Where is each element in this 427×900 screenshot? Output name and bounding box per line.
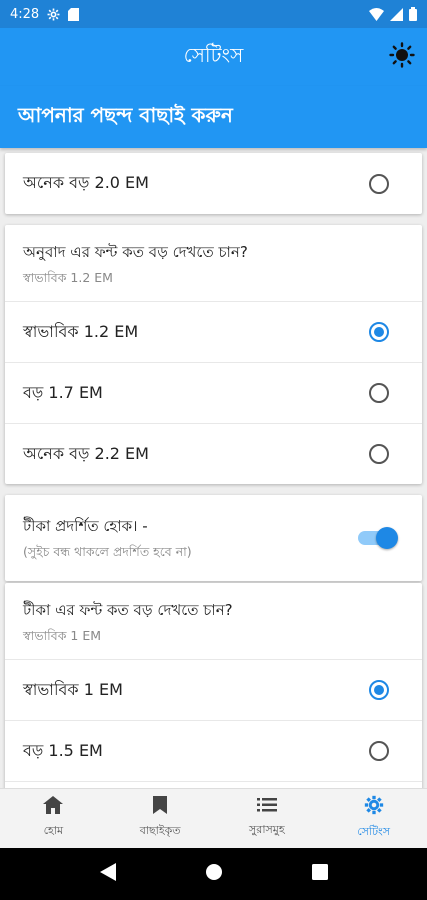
font-option-row[interactable] [5, 781, 422, 788]
arabic-font-card: অনেক বড় 2.0 EM [5, 153, 422, 214]
font-option-row[interactable]: বড় 1.5 EM [5, 720, 422, 781]
banner-text: আপনার পছন্দ বাছাই করুন [18, 102, 233, 127]
toggle-subtitle: (সুইচ বন্ধ থাকলে প্রদর্শিত হবে না) [23, 544, 192, 559]
switch-thumb [376, 527, 398, 549]
bottom-navigation: হোম বাছাইকৃত সুরাসমুহ সেটিংস [0, 788, 427, 848]
tika-font-card: টীকা এর ফন্ট কত বড় দেখতে চান? স্বাভাবিক… [5, 583, 422, 788]
option-label: বড় 1.7 EM [23, 382, 103, 402]
radio-button[interactable] [369, 383, 389, 403]
current-value: স্বাভাবিক 1.2 EM [23, 270, 113, 285]
question-text: টীকা এর ফন্ট কত বড় দেখতে চান? [23, 601, 233, 619]
radio-button[interactable] [369, 444, 389, 464]
status-time: 4:28 [10, 6, 40, 22]
radio-button-selected[interactable] [369, 680, 389, 700]
app-bar: সেটিংস [0, 28, 427, 86]
font-option-row[interactable]: স্বাভাবিক 1.2 EM [5, 301, 422, 362]
wifi-icon [369, 7, 384, 21]
tika-switch[interactable] [358, 527, 398, 549]
option-label: স্বাভাবিক 1.2 EM [23, 321, 139, 341]
font-option-row[interactable]: অনেক বড় 2.0 EM [5, 153, 422, 214]
tika-toggle-card: টীকা প্রদর্শিত হোক। - (সুইচ বন্ধ থাকলে প… [5, 495, 422, 581]
preferences-banner: আপনার পছন্দ বাছাই করুন [0, 86, 427, 148]
theme-toggle-button[interactable] [387, 42, 417, 72]
back-icon[interactable] [99, 863, 116, 885]
radio-button[interactable] [369, 741, 389, 761]
recents-icon[interactable] [311, 864, 328, 884]
option-label: স্বাভাবিক 1 EM [23, 679, 123, 699]
question-text: অনুবাদ এর ফন্ট কত বড় দেখতে চান? [23, 243, 248, 261]
page-title: সেটিংস [183, 42, 244, 67]
gear-icon [364, 795, 384, 818]
sun-icon [389, 42, 415, 72]
option-label: বড় 1.5 EM [23, 740, 103, 760]
radio-button-selected[interactable] [369, 322, 389, 342]
bookmark-icon [153, 796, 168, 817]
nav-settings[interactable]: সেটিংস [320, 789, 427, 848]
nav-home[interactable]: হোম [0, 789, 107, 848]
font-option-row[interactable]: বড় 1.7 EM [5, 362, 422, 423]
battery-icon [409, 7, 417, 21]
toggle-title: টীকা প্রদর্শিত হোক। - [23, 517, 148, 535]
nav-label: সেটিংস [357, 825, 391, 838]
tika-font-header: টীকা এর ফন্ট কত বড় দেখতে চান? স্বাভাবিক… [5, 583, 422, 659]
translation-font-card: অনুবাদ এর ফন্ট কত বড় দেখতে চান? স্বাভাব… [5, 225, 422, 484]
translation-font-header: অনুবাদ এর ফন্ট কত বড় দেখতে চান? স্বাভাব… [5, 225, 422, 301]
settings-status-icon [47, 8, 60, 21]
font-option-row[interactable]: স্বাভাবিক 1 EM [5, 659, 422, 720]
list-icon [256, 797, 277, 816]
nav-bookmarks[interactable]: বাছাইকৃত [107, 789, 214, 848]
status-bar: 4:28 [0, 0, 427, 28]
home-circle-icon[interactable] [205, 863, 223, 885]
sd-card-icon [68, 7, 80, 21]
system-nav-bar [0, 848, 427, 900]
current-value: স্বাভাবিক 1 EM [23, 628, 102, 643]
signal-icon [390, 7, 403, 21]
nav-label: হোম [43, 824, 64, 837]
font-option-row[interactable]: অনেক বড় 2.2 EM [5, 423, 422, 484]
radio-button[interactable] [369, 173, 389, 194]
nav-label: বাছাইকৃত [139, 824, 181, 837]
settings-list[interactable]: অনেক বড় 2.0 EM অনুবাদ এর ফন্ট কত বড় দে… [0, 148, 427, 788]
nav-label: সুরাসমুহ [249, 823, 285, 836]
tika-toggle-row[interactable]: টীকা প্রদর্শিত হোক। - (সুইচ বন্ধ থাকলে প… [5, 495, 422, 581]
home-icon [43, 796, 64, 817]
nav-surah-list[interactable]: সুরাসমুহ [214, 789, 321, 848]
option-label: অনেক বড় 2.0 EM [23, 173, 149, 192]
option-label: অনেক বড় 2.2 EM [23, 443, 149, 463]
